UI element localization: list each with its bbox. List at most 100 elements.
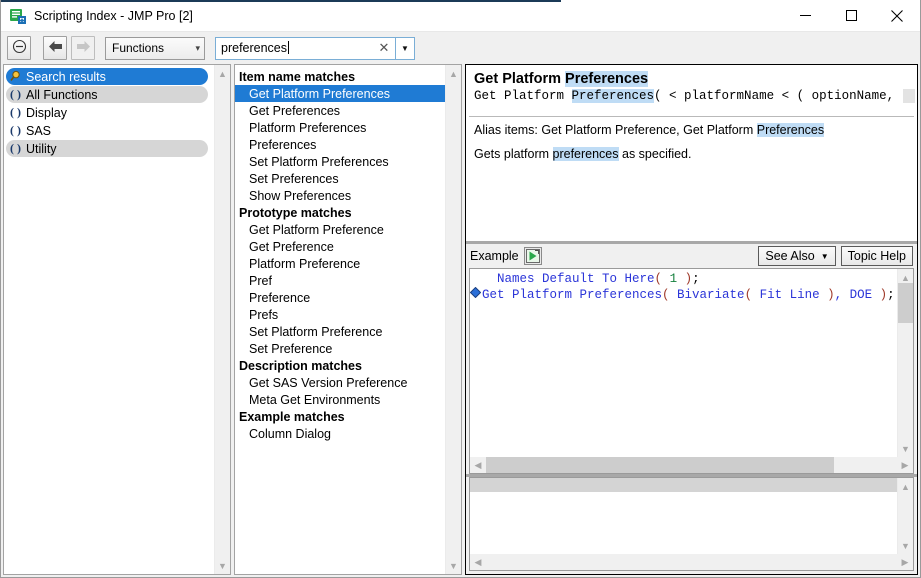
- back-button[interactable]: [43, 36, 67, 60]
- diamond-breakpoint-icon[interactable]: [470, 287, 481, 298]
- output-vscrollbar[interactable]: ▲ ▼: [897, 478, 913, 554]
- sidebar-item-label: Search results: [26, 70, 106, 84]
- output-hscrollbar[interactable]: ◀ ▶: [470, 554, 913, 570]
- result-item-label: Get Platform Preferences: [249, 87, 390, 101]
- code-token: ;: [692, 272, 700, 286]
- output-body[interactable]: [470, 478, 897, 554]
- results-list: Item name matches Get Platform Preference…: [235, 65, 445, 574]
- prototype-scroll-nub[interactable]: [903, 89, 915, 103]
- code-line[interactable]: Get Platform Preferences( Bivariate( Fit…: [482, 287, 897, 303]
- result-item[interactable]: Meta Get Environments: [235, 391, 445, 408]
- code-token: Get Platform Preferences: [482, 288, 662, 302]
- jmp-script-icon: [9, 7, 27, 25]
- circle-minus-icon: [12, 39, 27, 57]
- result-group-header: Description matches: [235, 357, 445, 374]
- result-item[interactable]: Pref: [235, 272, 445, 289]
- category-select[interactable]: Functions ▾: [105, 37, 205, 60]
- result-item[interactable]: Show Preferences: [235, 187, 445, 204]
- minimize-icon[interactable]: [782, 0, 828, 32]
- parens-icon: ( ): [10, 141, 26, 156]
- result-item[interactable]: Get Platform Preference: [235, 221, 445, 238]
- code-token: [677, 272, 685, 286]
- parens-icon: ( ): [10, 87, 26, 102]
- result-item[interactable]: Get Preferences: [235, 102, 445, 119]
- code-vscroll-thumb[interactable]: [898, 283, 914, 323]
- result-item[interactable]: Platform Preferences: [235, 119, 445, 136]
- scroll-up-arrow[interactable]: ▲: [446, 65, 462, 82]
- scroll-down-arrow[interactable]: ▼: [898, 440, 914, 457]
- clear-search-button[interactable]: [7, 36, 31, 60]
- example-toolbar: Example See Also ▼ Topic Help: [466, 244, 917, 268]
- run-script-icon[interactable]: [524, 247, 542, 265]
- result-item[interactable]: Set Platform Preferences: [235, 153, 445, 170]
- result-item[interactable]: Column Dialog: [235, 425, 445, 442]
- sidebar-item-label: All Functions: [26, 88, 98, 102]
- output-panel: ▲ ▼ ◀ ▶: [469, 477, 914, 571]
- result-item[interactable]: Get Platform Preferences: [235, 85, 445, 102]
- magnifier-icon: [10, 70, 26, 84]
- search-box[interactable]: preferences ✕ ▼: [215, 37, 415, 60]
- result-item[interactable]: Set Platform Preference: [235, 323, 445, 340]
- maximize-icon[interactable]: [828, 0, 874, 32]
- sidebar-item-display[interactable]: ( )Display: [6, 104, 208, 121]
- result-item-label: Get Preferences: [249, 104, 340, 118]
- search-history-dropdown-icon[interactable]: ▼: [395, 38, 414, 59]
- code-token: ): [827, 288, 835, 302]
- detail-alias-items: Alias items: Get Platform Preference, Ge…: [466, 117, 917, 137]
- scroll-down-arrow[interactable]: ▼: [446, 557, 462, 574]
- code-token: Bivariate: [670, 288, 745, 302]
- result-item[interactable]: Prefs: [235, 306, 445, 323]
- parens-icon: ( ): [10, 123, 26, 138]
- detail-title-text: Get Platform: [474, 71, 565, 87]
- example-code-text[interactable]: Names Default To Here( 1 );Get Platform …: [482, 269, 897, 457]
- sidebar-item-search-results[interactable]: Search results: [6, 68, 208, 85]
- close-icon[interactable]: [874, 0, 920, 32]
- scroll-right-arrow[interactable]: ▶: [897, 457, 913, 473]
- search-input[interactable]: preferences: [221, 41, 287, 55]
- scroll-down-arrow[interactable]: ▼: [215, 557, 231, 574]
- search-input-wrap[interactable]: preferences: [216, 41, 373, 55]
- detail-title-highlight: Preferences: [565, 71, 648, 87]
- code-vscrollbar[interactable]: ▲ ▼: [897, 269, 913, 457]
- result-item[interactable]: Platform Preference: [235, 255, 445, 272]
- result-item-label: Show Preferences: [249, 189, 351, 203]
- clear-text-icon[interactable]: ✕: [373, 38, 395, 59]
- detail-prototype-text: Get Platform: [474, 89, 572, 103]
- detail-prototype: Get Platform Preferences( < platformName…: [466, 88, 917, 108]
- result-item[interactable]: Get SAS Version Preference: [235, 374, 445, 391]
- result-item-label: Set Preferences: [249, 172, 339, 186]
- scripting-index-window: Scripting Index - JMP Pro [2]: [0, 0, 921, 578]
- result-group-label: Item name matches: [239, 70, 355, 84]
- code-gutter[interactable]: [470, 269, 482, 457]
- code-line[interactable]: Names Default To Here( 1 );: [482, 271, 897, 287]
- detail-prototype-text: ( < platformName < ( optionName,: [654, 89, 894, 103]
- code-hscrollbar[interactable]: ◀ ▶: [470, 457, 913, 473]
- result-item[interactable]: Set Preferences: [235, 170, 445, 187]
- result-group-header: Prototype matches: [235, 204, 445, 221]
- code-token: (: [745, 288, 753, 302]
- scroll-right-arrow[interactable]: ▶: [897, 554, 913, 570]
- results-scrollbar[interactable]: ▲ ▼: [445, 65, 461, 574]
- sidebar-item-all-functions[interactable]: ( )All Functions: [6, 86, 208, 103]
- code-hscroll-thumb[interactable]: [486, 457, 834, 473]
- result-item[interactable]: Preference: [235, 289, 445, 306]
- result-item-label: Set Preference: [249, 342, 332, 356]
- example-code-main: Names Default To Here( 1 );Get Platform …: [470, 269, 913, 457]
- detail-prototype-highlight: Preferences: [572, 89, 655, 103]
- scroll-up-arrow[interactable]: ▲: [898, 478, 914, 495]
- result-item-label: Get Preference: [249, 240, 334, 254]
- scroll-left-arrow[interactable]: ◀: [470, 554, 486, 570]
- result-item[interactable]: Preferences: [235, 136, 445, 153]
- see-also-button[interactable]: See Also ▼: [758, 246, 835, 266]
- scroll-left-arrow[interactable]: ◀: [470, 457, 486, 473]
- categories-scrollbar[interactable]: ▲ ▼: [214, 65, 230, 574]
- result-item[interactable]: Get Preference: [235, 238, 445, 255]
- scroll-up-arrow[interactable]: ▲: [215, 65, 231, 82]
- topic-help-button[interactable]: Topic Help: [841, 246, 913, 266]
- sidebar-item-utility[interactable]: ( )Utility: [6, 140, 208, 157]
- scroll-down-arrow[interactable]: ▼: [898, 537, 914, 554]
- chevron-down-icon: ▼: [821, 252, 829, 261]
- sidebar-item-sas[interactable]: ( )SAS: [6, 122, 208, 139]
- result-item[interactable]: Set Preference: [235, 340, 445, 357]
- results-panel: Item name matches Get Platform Preference…: [234, 64, 462, 575]
